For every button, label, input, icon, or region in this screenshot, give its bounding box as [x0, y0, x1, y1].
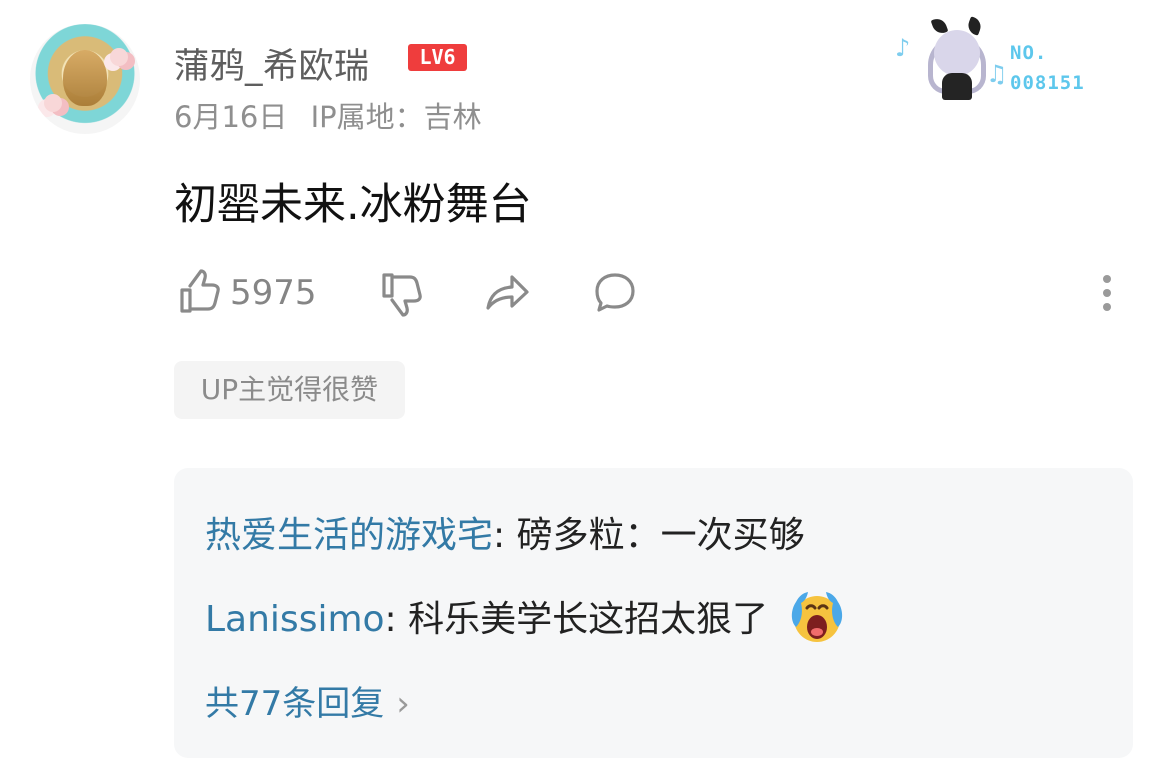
comment-actions: 5975 — [174, 265, 1120, 320]
music-note-icon: ♫ — [986, 60, 1008, 88]
reply-item[interactable]: 热爱生活的游戏宅: 磅多粒：一次买够 — [205, 506, 805, 558]
chevron-right-icon: › — [396, 684, 410, 724]
avatar-flower-decoration — [44, 94, 62, 112]
reply-button[interactable] — [590, 265, 640, 320]
fan-character-icon — [928, 16, 986, 100]
thumbs-up-icon — [180, 268, 220, 313]
fan-number: 008151 — [1010, 72, 1085, 94]
avatar-illustration — [63, 50, 107, 106]
reply-text: 科乐美学长这招太狠了 — [408, 599, 769, 640]
thumbs-down-icon — [382, 272, 422, 317]
more-options-button[interactable] — [1094, 265, 1120, 320]
reply-text: 磅多粒：一次买够 — [516, 515, 805, 556]
comment-text: 初罂未来.冰粉舞台 — [174, 180, 532, 230]
view-all-replies-link[interactable]: 共77条回复 › — [205, 676, 410, 725]
author-name[interactable]: 蒲鸦_希欧瑞 — [174, 38, 370, 89]
share-icon — [486, 274, 529, 310]
comment-meta: 6月16日 IP属地：吉林 — [174, 94, 482, 136]
more-icon — [1103, 274, 1111, 311]
like-button[interactable]: 5975 — [174, 265, 317, 320]
level-badge: LV6 — [408, 44, 467, 71]
reply-separator: : — [384, 599, 409, 640]
dislike-button[interactable] — [376, 265, 424, 320]
user-avatar[interactable] — [30, 24, 140, 134]
comment-icon — [595, 272, 635, 312]
reply-preview[interactable]: 热爱生活的游戏宅: 磅多粒：一次买够 Lanissimo: 科乐美学长这招太狠了… — [174, 468, 1133, 758]
share-button[interactable] — [483, 265, 533, 320]
reply-item[interactable]: Lanissimo: 科乐美学长这招太狠了 — [205, 590, 846, 650]
reply-author[interactable]: Lanissimo — [205, 599, 385, 640]
fan-number-label: NO. — [1010, 42, 1048, 64]
avatar-flower-decoration — [110, 48, 128, 66]
up-liked-tag: UP主觉得很赞 — [174, 361, 405, 419]
reply-separator: : — [493, 515, 517, 556]
crying-face-icon — [791, 592, 842, 642]
reply-count-text: 共77条回复 — [205, 684, 385, 724]
music-note-icon: ♪ — [895, 34, 911, 62]
like-count: 5975 — [230, 272, 317, 313]
fan-badge[interactable]: ♪ ♫ NO. 008151 — [890, 16, 1110, 108]
comment-date: 6月16日 — [174, 100, 288, 134]
ip-location: IP属地：吉林 — [310, 100, 482, 134]
reply-author[interactable]: 热爱生活的游戏宅 — [205, 515, 493, 556]
